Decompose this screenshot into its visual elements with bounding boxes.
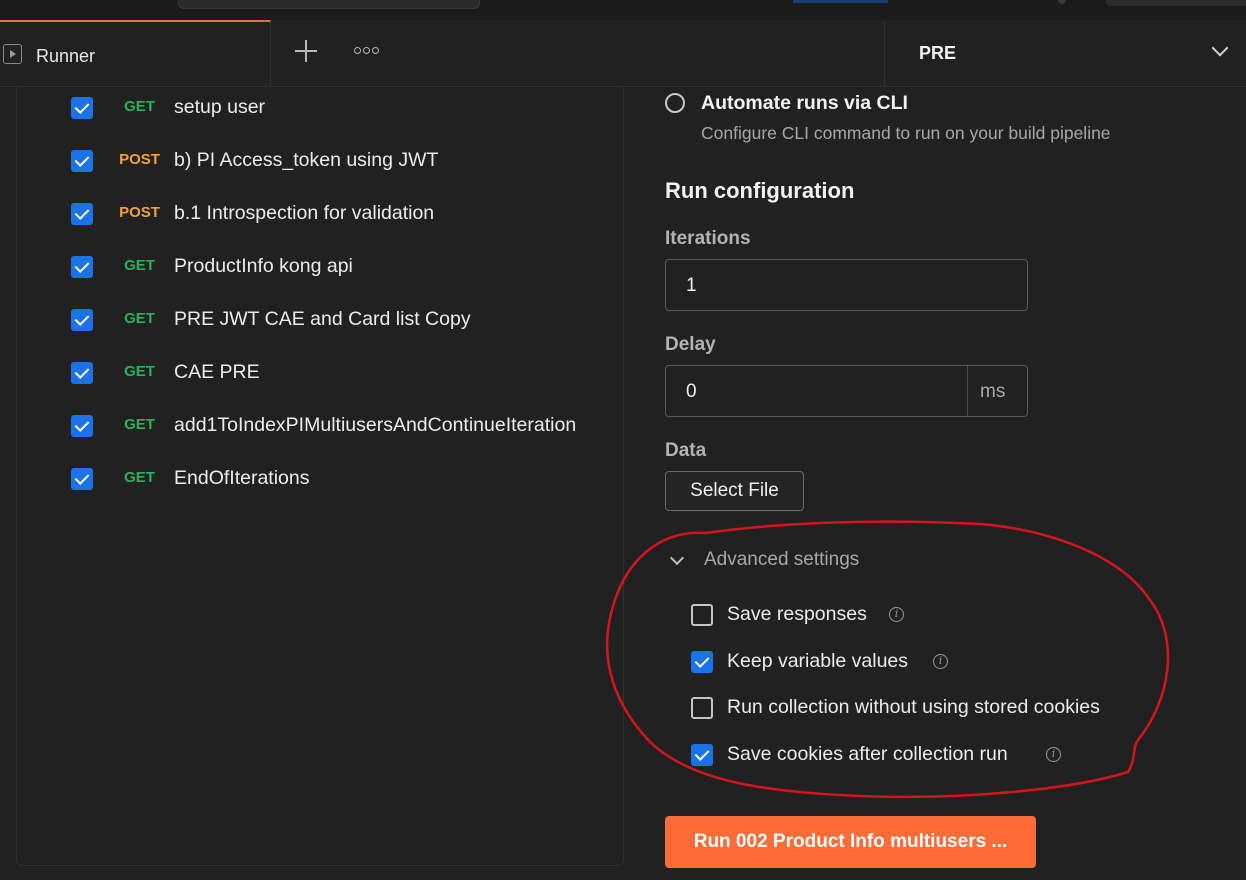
- option-label: Save cookies after collection run: [727, 743, 1008, 765]
- run-collection-button[interactable]: Run 002 Product Info multiusers ...: [665, 816, 1036, 868]
- chevron-down-icon: [1211, 39, 1229, 57]
- request-row[interactable]: GET PRE JWT CAE and Card list Copy: [17, 299, 625, 339]
- info-icon[interactable]: i: [889, 607, 904, 622]
- request-row[interactable]: POST b) PI Access_token using JWT: [17, 140, 625, 180]
- iterations-input[interactable]: 1: [665, 259, 1028, 311]
- more-options-icon[interactable]: [354, 47, 379, 55]
- option-label: Run collection without using stored cook…: [727, 696, 1100, 718]
- request-method: POST: [119, 204, 160, 221]
- request-checkbox[interactable]: [71, 97, 93, 119]
- iterations-label: Iterations: [665, 228, 751, 249]
- option-save-responses[interactable]: Save responses i: [691, 601, 1211, 631]
- tab-runner[interactable]: Runner: [0, 20, 271, 86]
- request-method: GET: [124, 416, 155, 433]
- run-without-cookies-checkbox[interactable]: [691, 697, 713, 719]
- runner-page: Runner PRE GET setup user POST b) PI Acc…: [0, 0, 1246, 880]
- request-row[interactable]: GET EndOfIterations: [17, 458, 625, 498]
- request-checkbox[interactable]: [71, 468, 93, 490]
- top-status-dot: [1058, 0, 1066, 4]
- top-accent-bar: [793, 0, 888, 3]
- option-save-cookies[interactable]: Save cookies after collection run i: [691, 741, 1211, 771]
- run-config-title: Run configuration: [665, 178, 855, 203]
- request-method: GET: [124, 98, 155, 115]
- top-right-control[interactable]: [1106, 0, 1246, 6]
- request-list-panel: GET setup user POST b) PI Access_token u…: [16, 86, 624, 866]
- request-row[interactable]: GET setup user: [17, 87, 625, 127]
- request-method: GET: [124, 363, 155, 380]
- request-row[interactable]: GET CAE PRE: [17, 352, 625, 392]
- option-keep-variable-values[interactable]: Keep variable values i: [691, 648, 1211, 678]
- cli-radio-button[interactable]: [665, 93, 685, 113]
- new-tab-plus-icon[interactable]: [295, 40, 317, 62]
- request-name: CAE PRE: [174, 361, 260, 383]
- request-method: GET: [124, 310, 155, 327]
- request-method: GET: [124, 469, 155, 486]
- delay-label: Delay: [665, 334, 716, 355]
- request-checkbox[interactable]: [71, 150, 93, 172]
- chevron-down-icon[interactable]: [669, 550, 685, 566]
- request-method: POST: [119, 151, 160, 168]
- info-icon[interactable]: i: [1046, 747, 1061, 762]
- delay-unit: ms: [980, 381, 1006, 402]
- request-name: PRE JWT CAE and Card list Copy: [174, 308, 471, 330]
- request-name: ProductInfo kong api: [174, 255, 353, 277]
- top-chrome: [0, 0, 1246, 20]
- environment-label: PRE: [919, 43, 957, 63]
- request-checkbox[interactable]: [71, 203, 93, 225]
- request-checkbox[interactable]: [71, 309, 93, 331]
- delay-value: 0: [686, 381, 697, 402]
- delay-input[interactable]: 0 ms: [665, 365, 1028, 417]
- request-name: EndOfIterations: [174, 467, 310, 489]
- request-name: add1ToIndexPIMultiusersAndContinueIterat…: [174, 414, 577, 436]
- request-row[interactable]: POST b.1 Introspection for validation: [17, 193, 625, 233]
- request-checkbox[interactable]: [71, 256, 93, 278]
- save-responses-checkbox[interactable]: [691, 604, 713, 626]
- request-checkbox[interactable]: [71, 415, 93, 437]
- info-icon[interactable]: i: [933, 654, 948, 669]
- iterations-value: 1: [686, 275, 697, 296]
- save-cookies-checkbox[interactable]: [691, 744, 713, 766]
- environment-select[interactable]: PRE: [884, 20, 1246, 86]
- top-search-field[interactable]: [178, 0, 480, 9]
- cli-title: Automate runs via CLI: [701, 92, 908, 114]
- cli-subtitle: Configure CLI command to run on your bui…: [701, 123, 1111, 143]
- runner-play-icon: [3, 44, 22, 64]
- option-run-without-cookies[interactable]: Run collection without using stored cook…: [691, 694, 1211, 724]
- advanced-settings-toggle[interactable]: Advanced settings: [704, 549, 859, 571]
- request-row[interactable]: GET ProductInfo kong api: [17, 246, 625, 286]
- keep-variable-values-checkbox[interactable]: [691, 651, 713, 673]
- request-method: GET: [124, 257, 155, 274]
- option-label: Save responses: [727, 603, 867, 625]
- request-name: setup user: [174, 96, 266, 118]
- run-config-panel: Automate runs via CLI Configure CLI comm…: [640, 86, 1246, 880]
- delay-unit-divider: [967, 366, 968, 416]
- request-row[interactable]: GET add1ToIndexPIMultiusersAndContinueIt…: [17, 405, 625, 445]
- option-label: Keep variable values: [727, 650, 909, 672]
- request-checkbox[interactable]: [71, 362, 93, 384]
- request-name: b) PI Access_token using JWT: [174, 149, 439, 171]
- select-file-button[interactable]: Select File: [665, 471, 804, 511]
- data-label: Data: [665, 440, 707, 461]
- request-name: b.1 Introspection for validation: [174, 202, 435, 224]
- tab-runner-label: Runner: [36, 46, 96, 66]
